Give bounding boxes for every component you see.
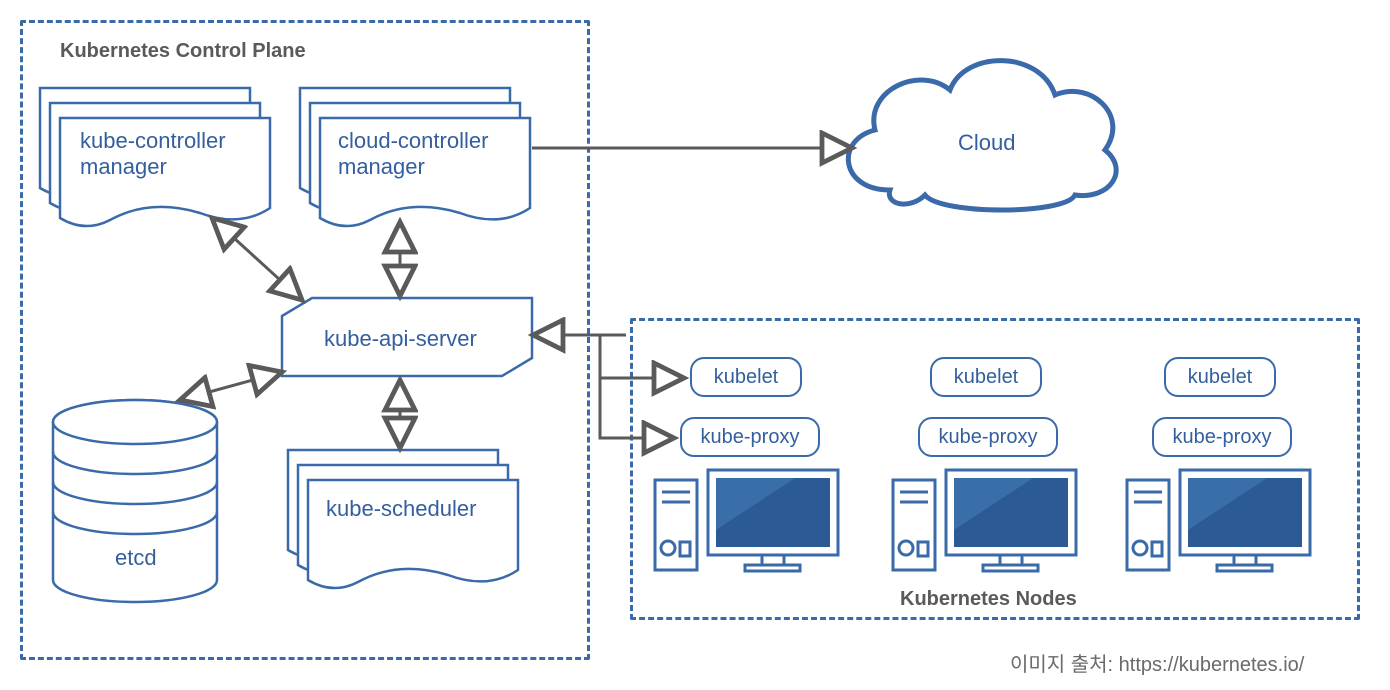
node3-computer-icon — [1122, 460, 1322, 580]
etcd-label: etcd — [115, 545, 157, 571]
etcd: etcd — [50, 400, 220, 610]
cloud-label: Cloud — [958, 130, 1015, 156]
node1-kube-proxy: kube-proxy — [680, 417, 820, 457]
node2-computer-icon — [888, 460, 1088, 580]
node2-kubelet: kubelet — [930, 357, 1042, 397]
control-plane-title: Kubernetes Control Plane — [60, 40, 306, 63]
kube-api-server: kube-api-server — [282, 298, 532, 376]
node3-kubelet: kubelet — [1164, 357, 1276, 397]
kube-scheduler-label: kube-scheduler — [326, 496, 476, 522]
cloud-controller-manager-label: cloud-controller manager — [338, 128, 488, 181]
kube-controller-manager-label: kube-controller manager — [80, 128, 226, 181]
node3-kube-proxy: kube-proxy — [1152, 417, 1292, 457]
node1-kubelet: kubelet — [690, 357, 802, 397]
node1-computer-icon — [650, 460, 850, 580]
cloud-shape: Cloud — [830, 40, 1130, 220]
kube-api-server-label: kube-api-server — [324, 326, 477, 352]
node2-kube-proxy: kube-proxy — [918, 417, 1058, 457]
nodes-title: Kubernetes Nodes — [900, 588, 1077, 611]
kube-controller-manager: kube-controller manager — [40, 88, 270, 228]
kube-scheduler: kube-scheduler — [288, 450, 518, 590]
attribution-text: 이미지 출처: https://kubernetes.io/ — [1010, 648, 1304, 677]
cloud-controller-manager: cloud-controller manager — [300, 88, 530, 228]
